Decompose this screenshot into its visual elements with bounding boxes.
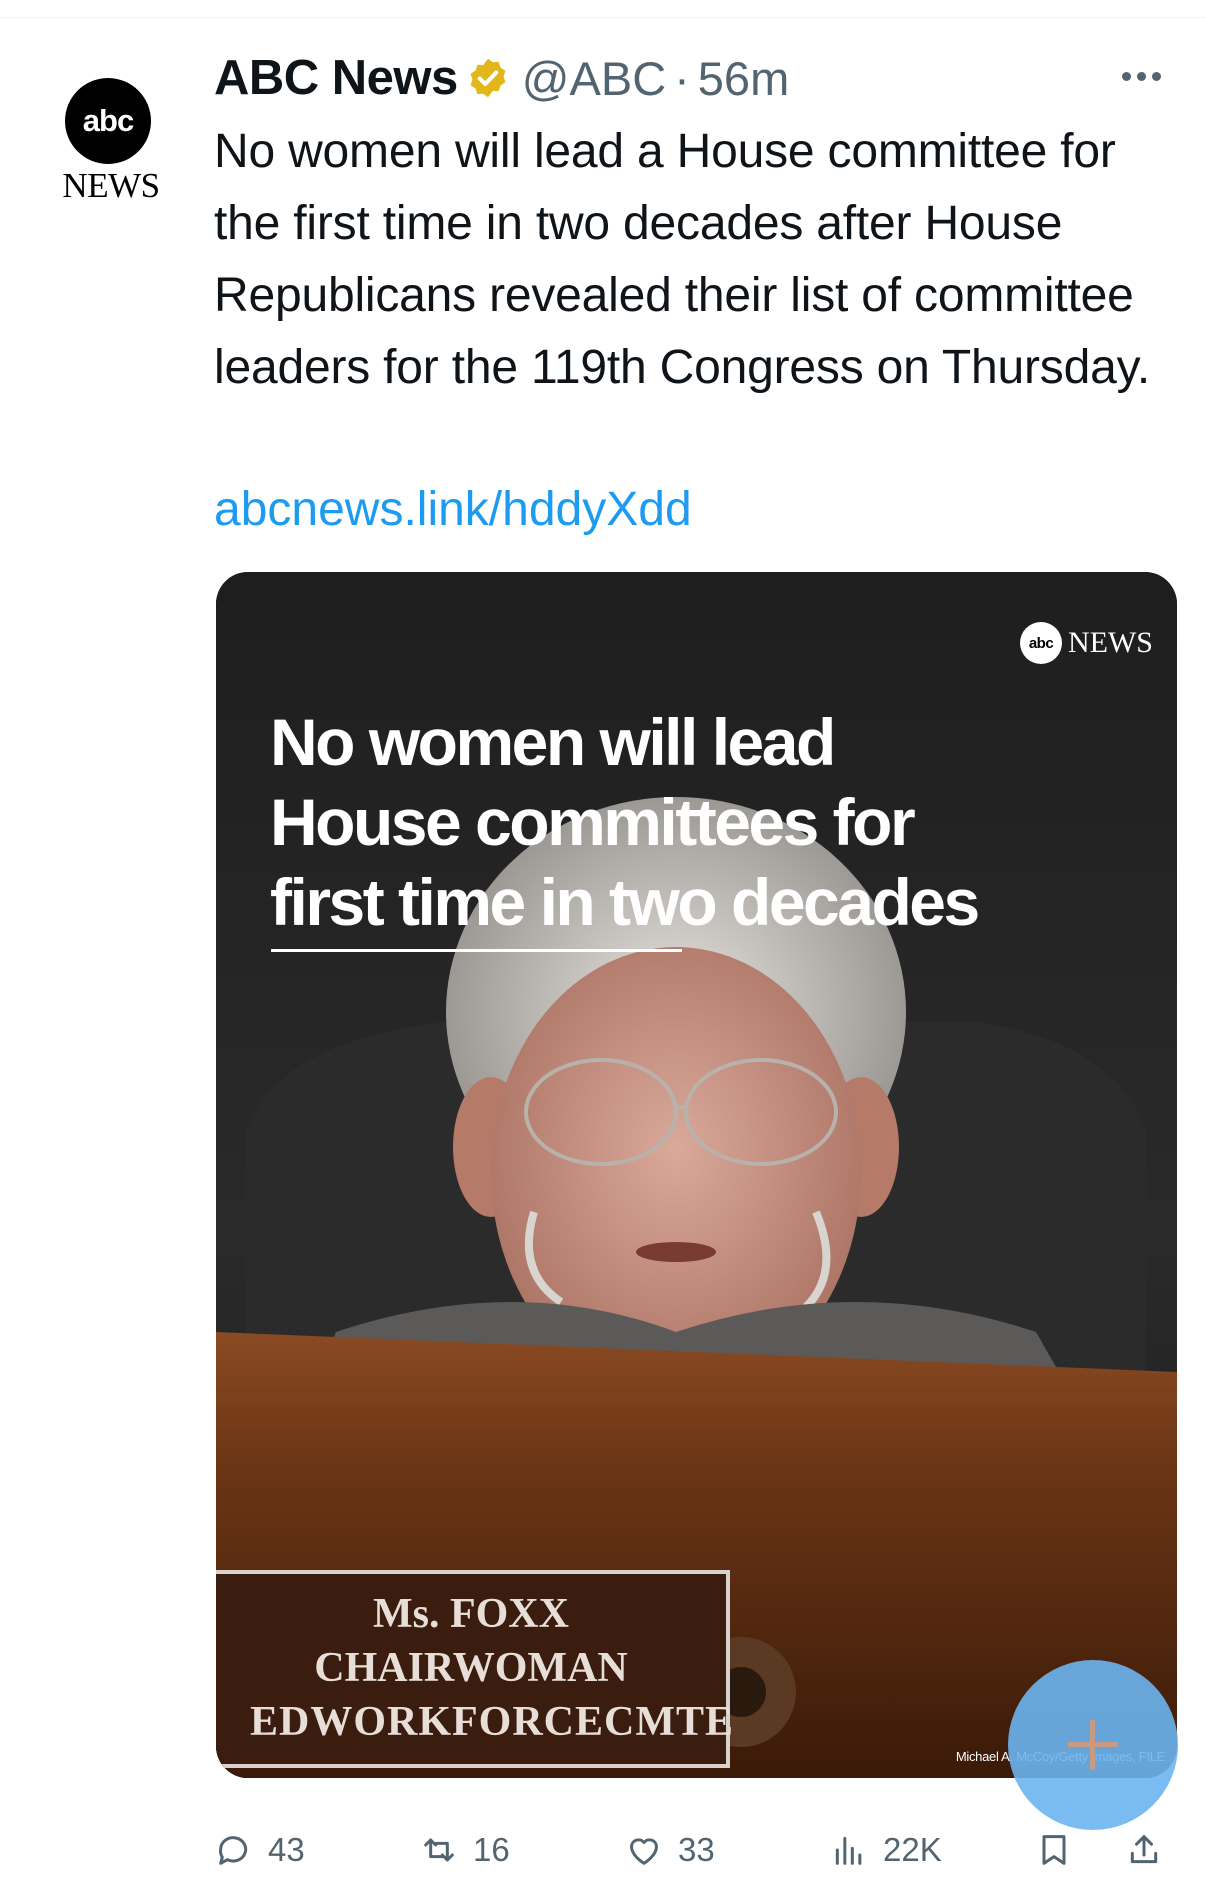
author-name[interactable]: ABC News bbox=[214, 50, 458, 106]
headline-underline bbox=[271, 949, 682, 952]
like-icon bbox=[630, 1838, 658, 1865]
tweet-media-image[interactable]: abc NEWS No women will lead House commit… bbox=[216, 572, 1177, 1778]
media-brand-text: NEWS bbox=[1068, 626, 1153, 659]
verified-icon[interactable] bbox=[466, 56, 510, 100]
avatar[interactable]: abc NEWS bbox=[52, 78, 170, 205]
avatar-logo: abc bbox=[65, 78, 151, 164]
bookmark-icon bbox=[1042, 1835, 1066, 1865]
media-headline-line: House committees for bbox=[270, 785, 916, 859]
tweet-text: No women will lead a House committee for… bbox=[214, 125, 1150, 394]
share-button[interactable] bbox=[1124, 1830, 1178, 1870]
tweet-link[interactable]: abcnews.link/hddyXdd bbox=[214, 474, 692, 546]
views-icon bbox=[835, 1836, 862, 1865]
views-count: 22K bbox=[883, 1831, 942, 1868]
share-icon bbox=[1130, 1835, 1158, 1864]
tweet-actions: 43 16 33 22K bbox=[214, 1830, 1174, 1890]
like-count: 33 bbox=[678, 1831, 715, 1868]
reply-icon bbox=[219, 1836, 248, 1865]
repost-count: 16 bbox=[473, 1831, 510, 1868]
reply-count: 43 bbox=[268, 1831, 305, 1868]
nameplate-title: CHAIRWOMAN bbox=[314, 1645, 628, 1691]
like-button[interactable]: 33 bbox=[624, 1830, 715, 1870]
media-brand-logo: abc bbox=[1020, 622, 1062, 664]
avatar-subtext: NEWS bbox=[62, 166, 160, 205]
reply-button[interactable]: 43 bbox=[214, 1830, 305, 1870]
repost-icon bbox=[424, 1838, 454, 1862]
separator-dot: · bbox=[674, 51, 690, 105]
compose-button[interactable] bbox=[1008, 1660, 1178, 1830]
media-headline: No women will lead House committees for … bbox=[270, 702, 1130, 942]
media-brand: abc NEWS bbox=[1020, 622, 1153, 664]
media-headline-line: first time in two decades bbox=[270, 865, 980, 939]
tweet-header: ABC News @ABC · 56m bbox=[214, 48, 789, 108]
nameplate-committee: EDWORKFORCECMTE bbox=[249, 1699, 734, 1745]
views-button[interactable]: 22K bbox=[829, 1830, 942, 1870]
more-icon[interactable] bbox=[1122, 64, 1174, 88]
bookmark-button[interactable] bbox=[1034, 1830, 1088, 1870]
author-handle[interactable]: @ABC bbox=[522, 51, 666, 106]
tweet-timestamp[interactable]: 56m bbox=[698, 51, 789, 106]
media-headline-line: No women will lead bbox=[270, 705, 836, 779]
top-divider bbox=[0, 17, 1206, 18]
nameplate-name: Ms. FOXX bbox=[373, 1591, 569, 1637]
nameplate: Ms. FOXX CHAIRWOMAN EDWORKFORCECMTE bbox=[216, 1570, 733, 1768]
repost-button[interactable]: 16 bbox=[419, 1830, 510, 1870]
